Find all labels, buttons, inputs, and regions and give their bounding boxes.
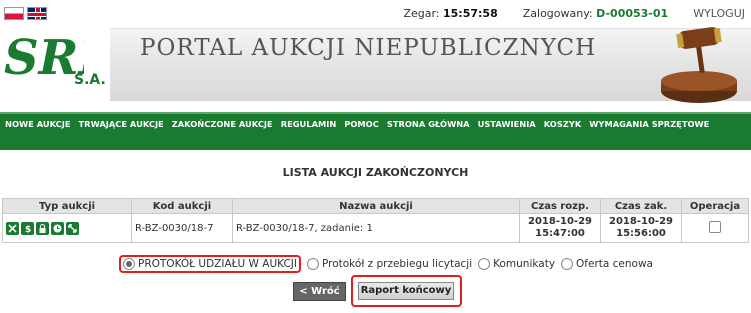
col-operation: Operacja	[681, 198, 749, 214]
back-button[interactable]: < Wróć	[293, 282, 346, 301]
nav-help[interactable]: POMOC	[344, 114, 379, 134]
user-value: D-00053-01	[596, 7, 669, 20]
start-time-value: 15:47:00	[535, 228, 585, 239]
header: Zegar: 15:57:58 Zalogowany: D-00053-01 W…	[0, 0, 751, 110]
clock-value: 15:57:58	[443, 7, 498, 20]
portal-title: PORTAL AUKCJI NIEPUBLICZNYCH	[140, 35, 597, 61]
option-bidding-protocol[interactable]: Protokół z przebiegu licytacji	[306, 258, 473, 270]
end-time: 2018-10-29 15:56:00	[600, 213, 682, 243]
nav-finished-auctions[interactable]: ZAKOŃCZONE AUKCJE	[172, 114, 273, 134]
end-time-value: 15:56:00	[616, 228, 666, 239]
radio-bidding-protocol[interactable]	[306, 258, 319, 270]
logo-sub: S.A.	[74, 72, 106, 88]
start-time: 2018-10-29 15:47:00	[519, 213, 601, 243]
arrows-icon[interactable]	[66, 221, 79, 235]
page-title: LISTA AUKCJI ZAKOŃCZONYCH	[282, 166, 469, 179]
end-date-value: 2018-10-29	[609, 216, 673, 227]
nav-cart[interactable]: KOSZYK	[544, 114, 582, 134]
col-end: Czas zak.	[600, 198, 682, 214]
main-nav: NOWE AUKCJE TRWAJĄCE AUKCJE ZAKOŃCZONE A…	[0, 112, 751, 150]
col-start: Czas rozp.	[519, 198, 601, 214]
auction-table: Typ aukcji Kod aukcji Nazwa aukcji Czas …	[2, 198, 749, 243]
start-date-value: 2018-10-29	[528, 216, 592, 227]
radio-participation-protocol[interactable]	[123, 258, 135, 270]
operation-cell	[681, 213, 749, 243]
english-flag-icon[interactable]	[27, 7, 47, 20]
polish-flag-icon[interactable]	[4, 7, 24, 20]
clock-icon[interactable]	[51, 221, 64, 235]
logout-link[interactable]: WYLOGUJ	[693, 7, 745, 20]
operation-checkbox[interactable]	[709, 220, 721, 233]
nav-home[interactable]: STRONA GŁÓWNA	[387, 114, 470, 134]
svg-text:$: $	[25, 225, 31, 234]
nav-ongoing-auctions[interactable]: TRWAJĄCE AUKCJE	[79, 114, 164, 134]
col-name: Nazwa aukcji	[232, 198, 520, 214]
language-flags	[4, 7, 47, 20]
radio-messages[interactable]	[478, 258, 491, 270]
report-button-highlight: Raport końcowy	[351, 275, 462, 307]
radio-price-offer[interactable]	[561, 258, 574, 270]
auction-name: R-BZ-0030/18-7, zadanie: 1	[232, 213, 520, 243]
nav-settings[interactable]: USTAWIENIA	[478, 114, 536, 134]
lock-icon[interactable]	[36, 221, 49, 235]
option-label: Komunikaty	[493, 258, 556, 270]
nav-new-auctions[interactable]: NOWE AUKCJE	[5, 114, 71, 134]
auction-code: R-BZ-0030/18-7	[131, 213, 233, 243]
option-label: Oferta cenowa	[576, 258, 653, 270]
clock-label: Zegar:	[403, 7, 440, 20]
table-header-row: Typ aukcji Kod aukcji Nazwa aukcji Czas …	[2, 198, 749, 214]
option-messages[interactable]: Komunikaty	[478, 258, 555, 270]
user-label: Zalogowany:	[522, 7, 593, 20]
option-participation-protocol[interactable]: PROTOKÓŁ UDZIAŁU W AUKCJI	[119, 255, 301, 273]
report-options: PROTOKÓŁ UDZIAŁU W AUKCJI Protokół z prz…	[119, 255, 659, 273]
cancel-icon[interactable]	[6, 221, 19, 235]
srk-logo-icon: SRK	[4, 30, 123, 86]
option-price-offer[interactable]: Oferta cenowa	[561, 258, 653, 270]
nav-requirements[interactable]: WYMAGANIA SPRZĘTOWE	[589, 114, 709, 134]
type-icons: $	[2, 213, 132, 243]
option-label: Protokół z przebiegu licytacji	[321, 258, 473, 270]
final-report-button[interactable]: Raport końcowy	[358, 282, 454, 300]
logo-letters: SRK	[4, 30, 84, 86]
option-label: PROTOKÓŁ UDZIAŁU W AUKCJI	[138, 258, 297, 270]
nav-regulations[interactable]: REGULAMIN	[281, 114, 337, 134]
session-info: Zegar: 15:57:58 Zalogowany: D-00053-01 W…	[403, 7, 745, 20]
banner: PORTAL AUKCJI NIEPUBLICZNYCH	[110, 27, 751, 103]
col-code: Kod aukcji	[131, 198, 233, 214]
table-row: $ R-BZ-0030/18-7 R-BZ-0030/18-7, zadanie…	[2, 213, 749, 243]
dollar-icon[interactable]: $	[21, 221, 34, 235]
gavel-icon	[661, 27, 737, 103]
col-type: Typ aukcji	[2, 198, 132, 214]
srk-logo[interactable]: SRK S.A.	[4, 28, 123, 100]
